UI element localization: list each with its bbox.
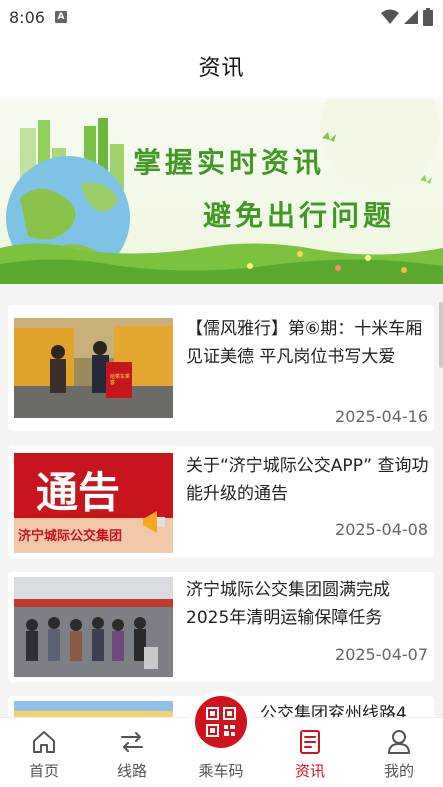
news-item[interactable]: 给乘车乘客 【儒风雅行】第⑥期：十米车厢见证美德 平凡岗位书写大爱 2025-0… <box>8 305 434 431</box>
nav-profile[interactable]: 我的 <box>355 718 443 787</box>
status-time: 8:06 <box>9 7 45 27</box>
news-title: 关于“济宁城际公交APP” 查询功能升级的通告 <box>186 456 429 504</box>
qr-code-button[interactable] <box>195 696 247 748</box>
battery-icon <box>423 8 433 26</box>
nav-news-label: 资讯 <box>294 762 325 780</box>
cellular-signal-icon <box>404 10 418 24</box>
user-icon <box>388 730 410 754</box>
scrollbar[interactable] <box>439 302 443 368</box>
bottom-nav: 首页 线路 乘车码 资讯 我的 <box>0 696 443 787</box>
thumb-pennant-text: 给乘车乘客 <box>110 374 131 386</box>
nav-ride-code-label: 乘车码 <box>198 762 244 780</box>
news-title: 【儒风雅行】第⑥期：十米车厢见证美德 平凡岗位书写大爱 <box>186 319 423 367</box>
news-date: 2025-04-16 <box>335 407 428 426</box>
wifi-icon <box>381 9 399 24</box>
status-bar: 8:06 A <box>0 0 443 34</box>
nav-route-label: 线路 <box>116 762 147 780</box>
thumb-notice-text: 通告 <box>36 468 121 517</box>
thumb-company-text: 济宁城际公交集团 <box>18 529 123 544</box>
nav-home[interactable]: 首页 <box>0 718 88 787</box>
news-thumbnail <box>14 577 173 677</box>
news-thumbnail: 通告 济宁城际公交集团 <box>14 453 173 553</box>
notification-icon: A <box>54 11 67 23</box>
route-icon <box>121 732 143 752</box>
nav-home-label: 首页 <box>28 762 59 780</box>
home-icon <box>33 731 55 753</box>
news-item[interactable]: 济宁城际公交集团圆满完成2025年清明运输保障任务 2025-04-07 <box>8 572 434 682</box>
nav-ride-code[interactable]: 乘车码 <box>177 696 265 787</box>
nav-route[interactable]: 线路 <box>88 718 176 787</box>
banner-headline-2: 避免出行问题 <box>203 199 396 232</box>
news-date: 2025-04-07 <box>335 645 428 664</box>
news-date: 2025-04-08 <box>335 520 428 539</box>
nav-news[interactable]: 资讯 <box>266 718 354 787</box>
banner-headline-1: 掌握实时资讯 <box>133 146 326 179</box>
news-thumbnail: 给乘车乘客 <box>14 318 173 418</box>
page-title: 资讯 <box>198 56 245 81</box>
news-title: 济宁城际公交集团圆满完成2025年清明运输保障任务 <box>186 580 390 628</box>
promo-banner[interactable]: 掌握实时资讯 避免出行问题 <box>0 98 443 284</box>
banner-illustration <box>0 98 443 284</box>
nav-profile-label: 我的 <box>383 762 414 780</box>
megaphone-icon <box>143 511 165 533</box>
qr-code-icon <box>206 707 236 737</box>
news-item[interactable]: 通告 济宁城际公交集团 关于“济宁城际公交APP” 查询功能升级的通告 2025… <box>8 446 434 558</box>
app-header: 资讯 <box>0 34 443 98</box>
news-screen: 8:06 A 资讯 掌握实时资讯 避免出行问题 给乘车乘客 【儒风雅行】第⑥期：… <box>0 0 443 787</box>
news-icon <box>300 730 320 754</box>
